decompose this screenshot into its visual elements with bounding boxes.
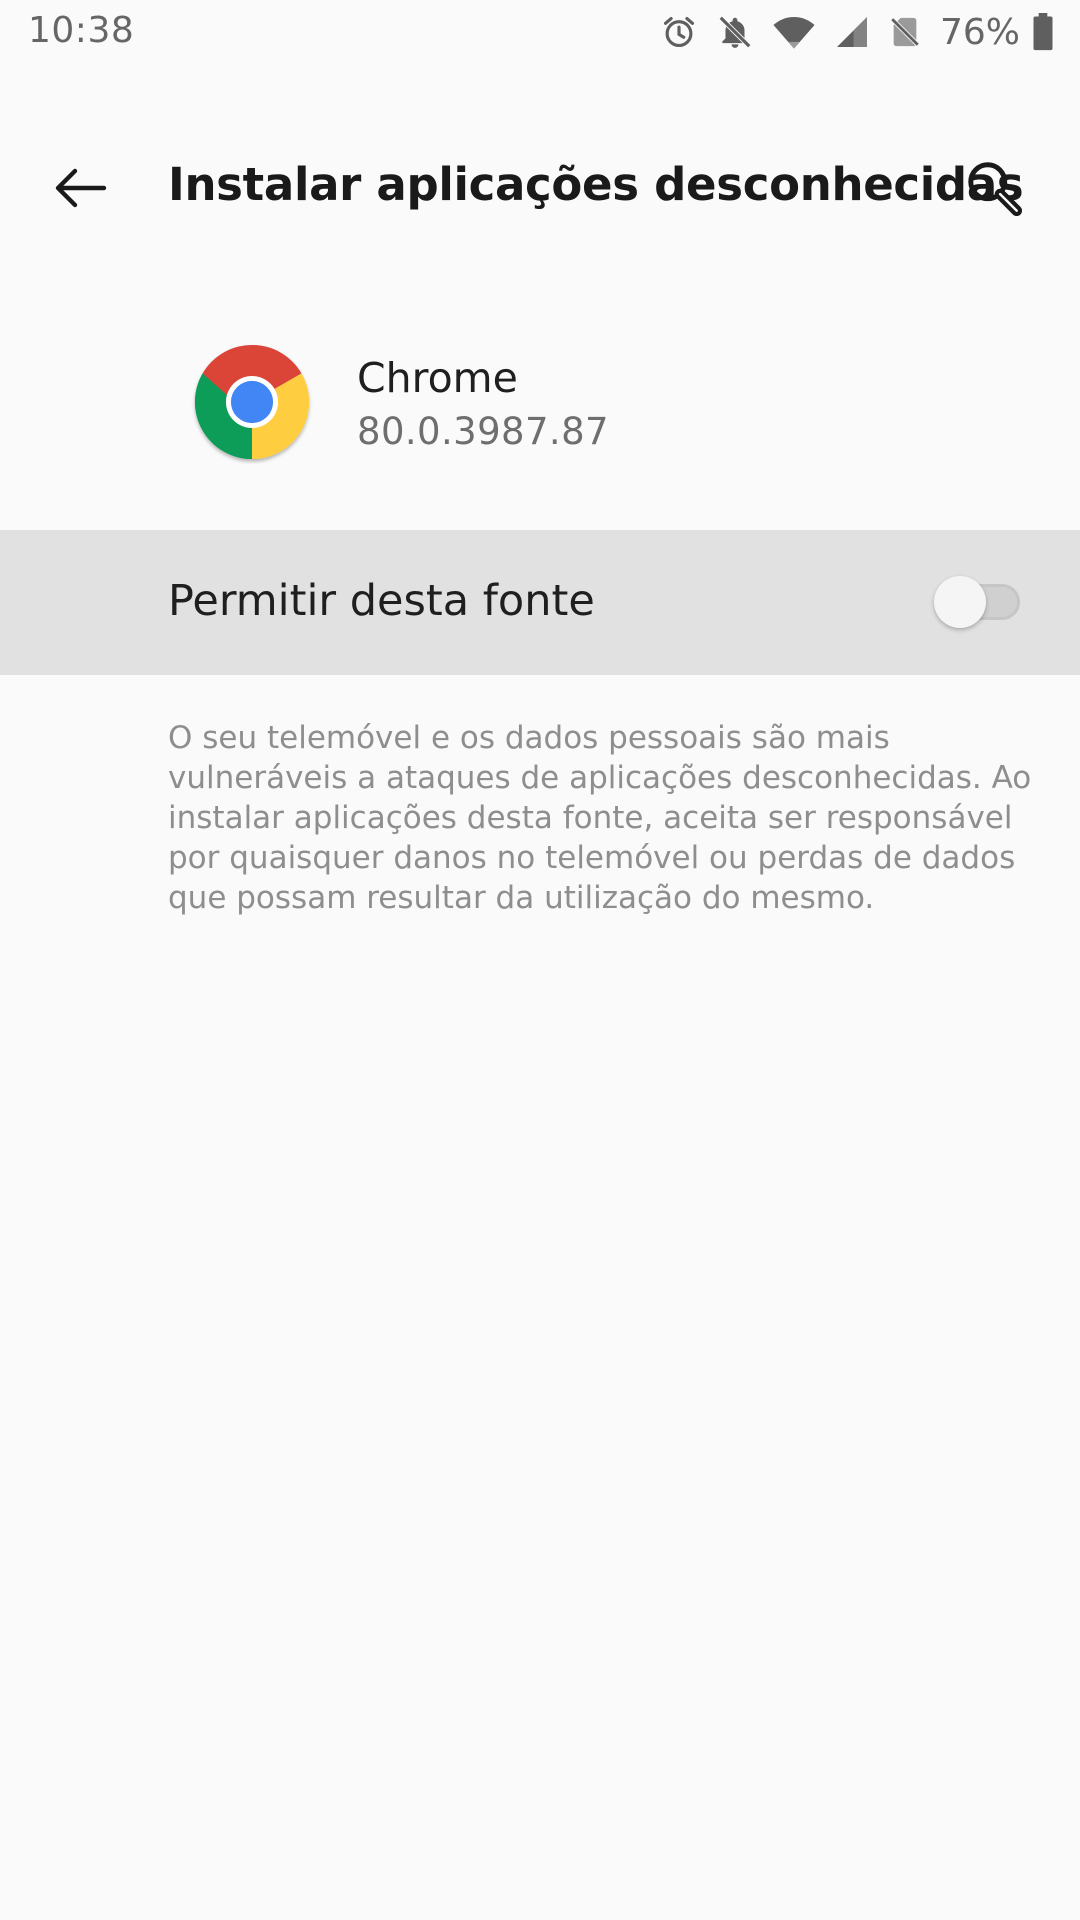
back-button[interactable] [40, 152, 120, 224]
notifications-off-icon [718, 15, 752, 49]
status-time: 10:38 [28, 10, 135, 51]
page-title: Instalar aplicações desconhecidas [168, 158, 1024, 211]
search-button[interactable] [956, 150, 1036, 230]
app-name: Chrome [357, 354, 518, 402]
status-bar: 10:38 76% [0, 0, 1080, 64]
app-header: Chrome 80.0.3987.87 [0, 330, 1080, 480]
security-warning-text: O seu telemóvel e os dados pessoais são … [168, 720, 1032, 916]
allow-from-source-switch[interactable] [934, 574, 1020, 630]
battery-icon [1033, 13, 1053, 51]
toolbar: Instalar aplicações desconhecidas [0, 120, 1080, 256]
app-version: 80.0.3987.87 [357, 410, 609, 453]
arrow-back-icon [55, 168, 107, 208]
chrome-logo-icon [194, 344, 310, 460]
status-icons: 76% [660, 8, 1054, 56]
alarm-icon [663, 16, 695, 48]
no-sim-icon [890, 17, 920, 47]
switch-thumb [934, 576, 986, 628]
battery-percentage: 76% [939, 11, 1020, 53]
wifi-icon [773, 16, 815, 49]
allow-from-source-row[interactable]: Permitir desta fonte [0, 530, 1080, 675]
search-icon [968, 162, 1023, 217]
allow-from-source-label: Permitir desta fonte [168, 576, 595, 626]
cellular-signal-icon [836, 17, 867, 47]
